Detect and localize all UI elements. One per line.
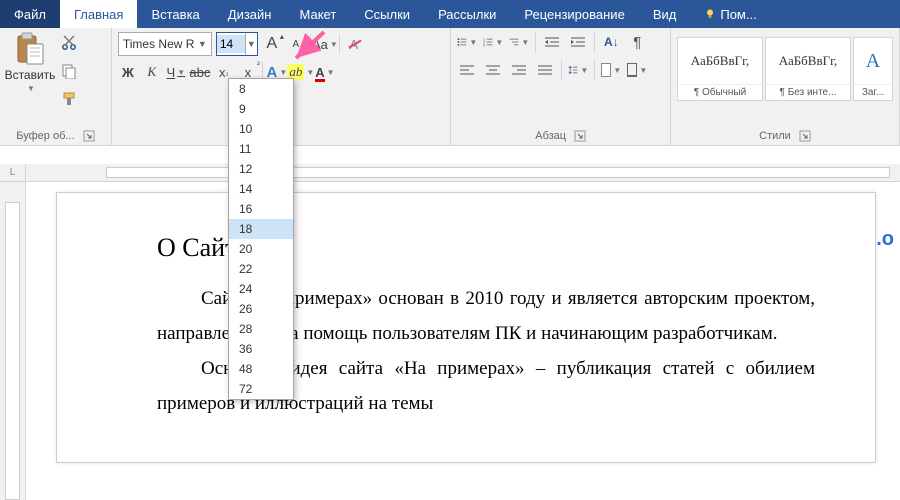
- tab-insert[interactable]: Вставка: [137, 0, 213, 28]
- grow-font-button[interactable]: A▴: [262, 34, 282, 54]
- clear-formatting-button[interactable]: A: [344, 34, 364, 54]
- style-heading1[interactable]: А Заг...: [853, 37, 893, 101]
- font-size-input[interactable]: [217, 35, 245, 53]
- font-size-option[interactable]: 20: [229, 239, 293, 259]
- clipboard-group-label: Буфер об...: [16, 128, 74, 143]
- style-name-label: Заг...: [854, 84, 892, 100]
- ruler-vertical[interactable]: [0, 182, 26, 500]
- chevron-down-icon: ▼: [198, 39, 207, 49]
- sort-button[interactable]: А↓: [601, 32, 621, 52]
- underline-button[interactable]: Ч▼: [166, 62, 186, 82]
- chevron-down-icon[interactable]: ▼: [245, 33, 257, 55]
- font-size-option[interactable]: 26: [229, 299, 293, 319]
- font-name-combo[interactable]: Times New R ▼: [118, 32, 212, 56]
- separator: [594, 60, 595, 80]
- tab-review[interactable]: Рецензирование: [510, 0, 638, 28]
- dialog-launcher-icon[interactable]: [83, 130, 95, 142]
- font-size-dropdown[interactable]: 891011121416182022242628364872: [228, 78, 294, 400]
- paste-button[interactable]: Вставить ▼: [6, 32, 54, 110]
- font-size-option[interactable]: 9: [229, 99, 293, 119]
- decrease-indent-button[interactable]: [542, 32, 562, 52]
- separator: [594, 32, 595, 52]
- tab-mailings[interactable]: Рассылки: [424, 0, 510, 28]
- svg-text:3: 3: [483, 43, 485, 47]
- chevron-down-icon: ▼: [27, 84, 35, 93]
- copy-icon: [61, 63, 77, 79]
- style-name-label: ¶ Без инте...: [766, 84, 850, 100]
- font-size-option[interactable]: 14: [229, 179, 293, 199]
- dialog-launcher-icon[interactable]: [799, 130, 811, 142]
- lightbulb-icon: [704, 8, 716, 20]
- borders-button[interactable]: ▼: [627, 60, 647, 80]
- font-size-option[interactable]: 28: [229, 319, 293, 339]
- clipboard-paste-icon: [15, 32, 45, 66]
- show-marks-button[interactable]: ¶: [627, 32, 647, 52]
- font-name-value: Times New R: [123, 37, 195, 51]
- ruler-horizontal[interactable]: [26, 164, 900, 182]
- annotation-arrow-icon: [290, 28, 330, 68]
- style-preview: АаБбВвГг,: [678, 38, 762, 84]
- scissors-icon: [61, 35, 77, 51]
- font-size-option[interactable]: 10: [229, 119, 293, 139]
- styles-group-label: Стили: [759, 128, 791, 143]
- bullets-button[interactable]: ▼: [457, 32, 477, 52]
- font-size-option[interactable]: 12: [229, 159, 293, 179]
- border-icon: [627, 63, 637, 77]
- strikethrough-button[interactable]: abc: [190, 62, 210, 82]
- style-normal[interactable]: АаБбВвГг, ¶ Обычный: [677, 37, 763, 101]
- dialog-launcher-icon[interactable]: [574, 130, 586, 142]
- font-size-option[interactable]: 48: [229, 359, 293, 379]
- page[interactable]: О Сайте Сайт «На примерах» основан в 201…: [56, 192, 876, 463]
- font-size-option[interactable]: 8: [229, 79, 293, 99]
- font-size-option[interactable]: 24: [229, 279, 293, 299]
- tab-file[interactable]: Файл: [0, 0, 60, 28]
- tab-tell-me[interactable]: Пом...: [690, 0, 770, 28]
- style-name-label: ¶ Обычный: [678, 84, 762, 100]
- font-size-option[interactable]: 36: [229, 339, 293, 359]
- increase-indent-button[interactable]: [568, 32, 588, 52]
- paintbrush-icon: [61, 91, 77, 107]
- style-preview: АаБбВвГг,: [766, 38, 850, 84]
- tab-layout[interactable]: Макет: [285, 0, 350, 28]
- tell-me-label: Пом...: [720, 7, 756, 22]
- italic-button[interactable]: К: [142, 62, 162, 82]
- separator: [535, 32, 536, 52]
- separator: [339, 34, 340, 54]
- line-spacing-button[interactable]: ▼: [568, 60, 588, 80]
- justify-button[interactable]: [535, 60, 555, 80]
- document-area[interactable]: naprimerax.o О Сайте Сайт «На примерах» …: [26, 182, 900, 500]
- tab-view[interactable]: Вид: [639, 0, 691, 28]
- font-size-option[interactable]: 11: [229, 139, 293, 159]
- font-size-option[interactable]: 16: [229, 199, 293, 219]
- cut-button[interactable]: [58, 32, 80, 54]
- tab-references[interactable]: Ссылки: [350, 0, 424, 28]
- align-left-button[interactable]: [457, 60, 477, 80]
- bold-button[interactable]: Ж: [118, 62, 138, 82]
- paragraph-group-label: Абзац: [535, 128, 566, 143]
- tab-design[interactable]: Дизайн: [214, 0, 286, 28]
- style-no-spacing[interactable]: АаБбВвГг, ¶ Без инте...: [765, 37, 851, 101]
- font-size-option[interactable]: 22: [229, 259, 293, 279]
- style-preview: А: [854, 38, 892, 84]
- copy-button[interactable]: [58, 60, 80, 82]
- paint-bucket-icon: [601, 63, 611, 77]
- align-center-button[interactable]: [483, 60, 503, 80]
- multilevel-list-button[interactable]: ▼: [509, 32, 529, 52]
- format-painter-button[interactable]: [58, 88, 80, 110]
- tab-home[interactable]: Главная: [60, 0, 137, 28]
- align-right-button[interactable]: [509, 60, 529, 80]
- numbering-button[interactable]: 123▼: [483, 32, 503, 52]
- font-size-combo[interactable]: ▼: [216, 32, 258, 56]
- ruler-corner: L: [0, 164, 26, 182]
- shading-button[interactable]: ▼: [601, 60, 621, 80]
- font-size-option[interactable]: 72: [229, 379, 293, 399]
- separator: [561, 60, 562, 80]
- paste-label: Вставить: [5, 68, 56, 82]
- font-size-option[interactable]: 18: [229, 219, 293, 239]
